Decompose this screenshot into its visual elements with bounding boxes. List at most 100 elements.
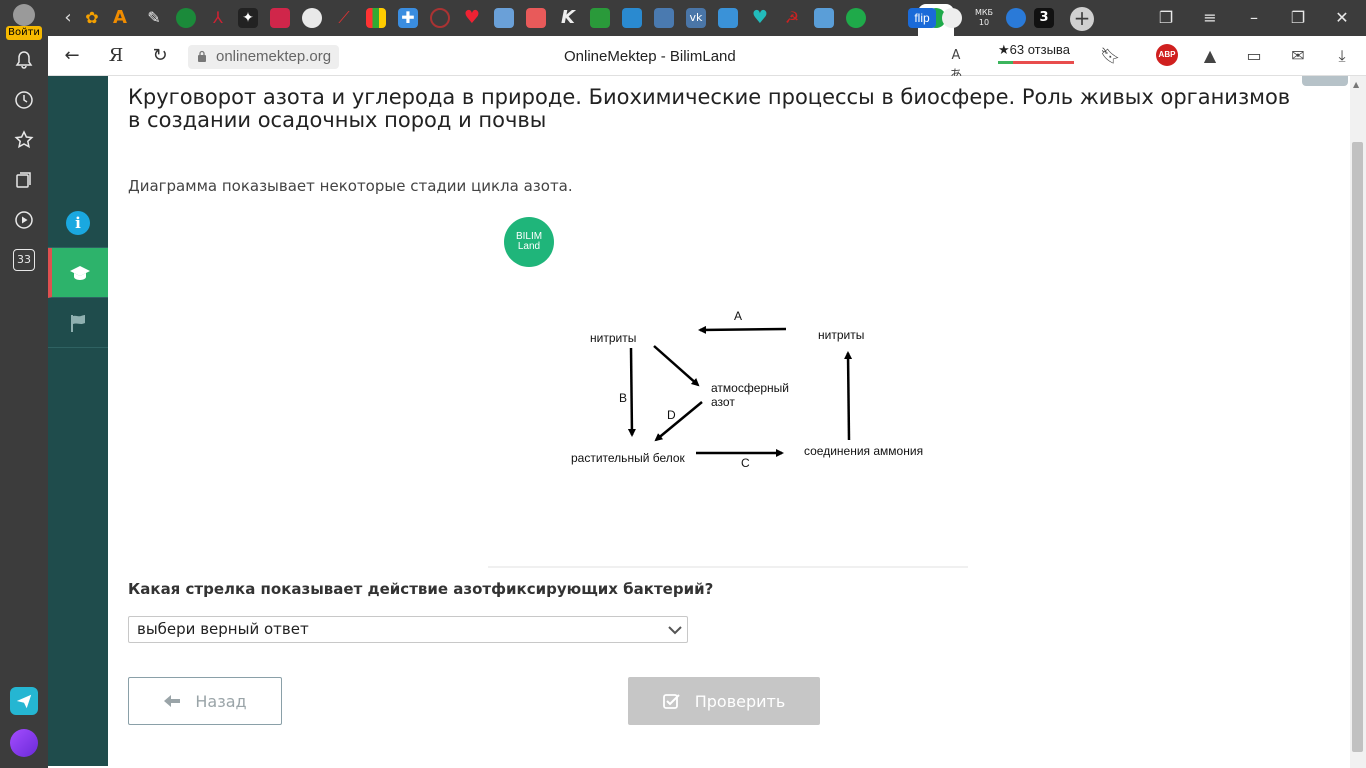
tab-favicon[interactable]: ⟋ [334,8,354,28]
nav-info[interactable]: i [48,198,108,248]
tab-favicon[interactable]: ☭ [782,8,802,28]
video-icon[interactable] [12,208,36,232]
tab-favicon[interactable]: 3 [1034,8,1054,28]
corner-tab[interactable] [1302,76,1348,86]
extension-icon[interactable]: ▲ [1200,46,1220,66]
node-atm-nitrogen-1: атмосферный [711,381,790,395]
divider [488,566,968,568]
url-field[interactable]: onlinemektep.org [188,45,340,69]
label-c: C [741,456,750,470]
menu-icon[interactable]: ≡ [1200,8,1220,27]
intro-text: Диаграмма показывает некоторые стадии ци… [128,177,573,195]
lesson-title: Круговорот азота и углерода в природе. Б… [128,85,1291,132]
back-button-label: Назад [195,691,247,711]
tab-favicon[interactable] [654,8,674,28]
tabs-scroll-left-icon[interactable]: ‹ [58,8,78,28]
node-nitrites-left: нитриты [590,331,637,345]
logo-line2: Land [517,241,541,252]
tab-favicon[interactable] [590,8,610,28]
lock-icon [198,50,206,62]
arrow-nitrites-to-atm [653,345,700,387]
restore-icon[interactable]: ❐ [1288,8,1308,27]
feedback-icon[interactable]: ✉ [1288,46,1308,66]
node-atm-nitrogen-2: азот [711,395,735,409]
arrow-left-icon [164,695,181,707]
counter-badge[interactable]: 33 [13,249,35,271]
address-bar: ← Я ↻ onlinemektep.org OnlineMektep - Bi… [48,36,1366,83]
star-icon[interactable] [12,128,36,152]
rating-badge[interactable]: ★63 отзыва [998,42,1070,58]
flag-icon [71,314,85,332]
tab-strip: ‹ ✿ A ✎ ⅄ ✦ ⟋ ✚ ♥ K vk ♥ ☭ flip МКБ 10 3… [48,0,1366,36]
tab-favicon[interactable]: МКБ 10 [974,8,994,28]
bookmark-icon[interactable]: 🔖︎ [1100,46,1120,66]
select-placeholder: выбери верный ответ [137,620,309,638]
page: i Круговорот азота и углерода в природе.… [48,76,1366,768]
browser-sidebar: Войти 33 [0,0,48,768]
tab-favicon[interactable] [846,8,866,28]
tab-favicon[interactable]: ♥ [462,8,482,28]
reload-icon[interactable]: ↻ [148,44,172,68]
tab-favicon[interactable] [366,8,386,28]
new-tab-button[interactable]: + [1070,7,1094,31]
course-nav: i [48,76,108,766]
check-button[interactable]: Проверить [628,677,820,725]
alice-assistant-icon[interactable] [10,729,38,757]
nitrogen-cycle-diagram: нитриты нитриты атмосферный азот растите… [568,301,948,476]
checkbox-icon [662,694,680,709]
url-text: onlinemektep.org [216,48,332,65]
tab-favicon[interactable]: ⅄ [208,8,228,28]
scrollbar-thumb[interactable] [1352,142,1363,752]
tab-favicon[interactable] [942,8,962,28]
tab-favicon[interactable]: ✦ [238,8,258,28]
tab-favicon[interactable]: ♥ [750,8,770,28]
page-title: OnlineMektep - BilimLand [564,48,736,65]
close-icon[interactable]: ✕ [1332,8,1352,27]
battery-icon[interactable]: ▭ [1244,46,1264,66]
scroll-up-icon[interactable]: ▲ [1353,80,1363,89]
tab-favicon[interactable] [302,8,322,28]
tab-favicon[interactable]: ✎ [144,8,164,28]
tab-favicon[interactable]: vk [686,8,706,28]
check-button-label: Проверить [694,691,786,711]
tab-favicon[interactable] [494,8,514,28]
tab-favicon[interactable]: K [558,8,578,28]
yandex-icon[interactable]: Я [104,44,128,68]
adblock-icon[interactable]: ABP [1156,44,1178,66]
label-b: B [619,391,628,405]
tab-favicon[interactable]: ✿ [82,8,102,28]
node-ammonium: соединения аммония [804,444,924,458]
tab-favicon[interactable] [526,8,546,28]
messenger-icon[interactable] [10,687,38,715]
tab-favicon[interactable]: A [110,8,130,28]
tab-favicon[interactable] [814,8,834,28]
bell-icon[interactable] [12,48,36,72]
bilimland-logo: BILIM Land [504,217,554,267]
tab-favicon[interactable]: flip [908,8,936,28]
answer-select[interactable]: выбери верный ответ [128,616,688,643]
label-a: A [734,309,743,323]
tab-favicon[interactable] [270,8,290,28]
tab-favicon[interactable] [176,8,196,28]
history-icon[interactable] [12,88,36,112]
download-icon[interactable]: ⤓ [1332,46,1352,66]
back-arrow-icon[interactable]: ← [60,44,84,68]
graduation-cap-icon [70,265,90,280]
chevron-down-icon [668,626,682,635]
translate-icon[interactable]: Aあ [946,46,966,83]
back-button[interactable]: Назад [128,677,282,725]
tab-favicon[interactable] [622,8,642,28]
profile-button[interactable]: Войти [6,4,42,40]
arrow-d [654,401,703,442]
tab-favicon[interactable] [718,8,738,28]
tab-favicon[interactable]: ✚ [398,8,418,28]
tab-favicon[interactable] [430,8,450,28]
collections-icon[interactable] [12,168,36,192]
bookmarks-panel-icon[interactable]: ❐ [1156,8,1176,27]
minimize-icon[interactable]: – [1244,8,1264,27]
nav-lessons[interactable] [48,248,108,298]
nav-flag[interactable] [48,298,108,348]
info-icon: i [66,210,90,235]
arrow-a [698,325,787,334]
tab-favicon[interactable] [1006,8,1026,28]
